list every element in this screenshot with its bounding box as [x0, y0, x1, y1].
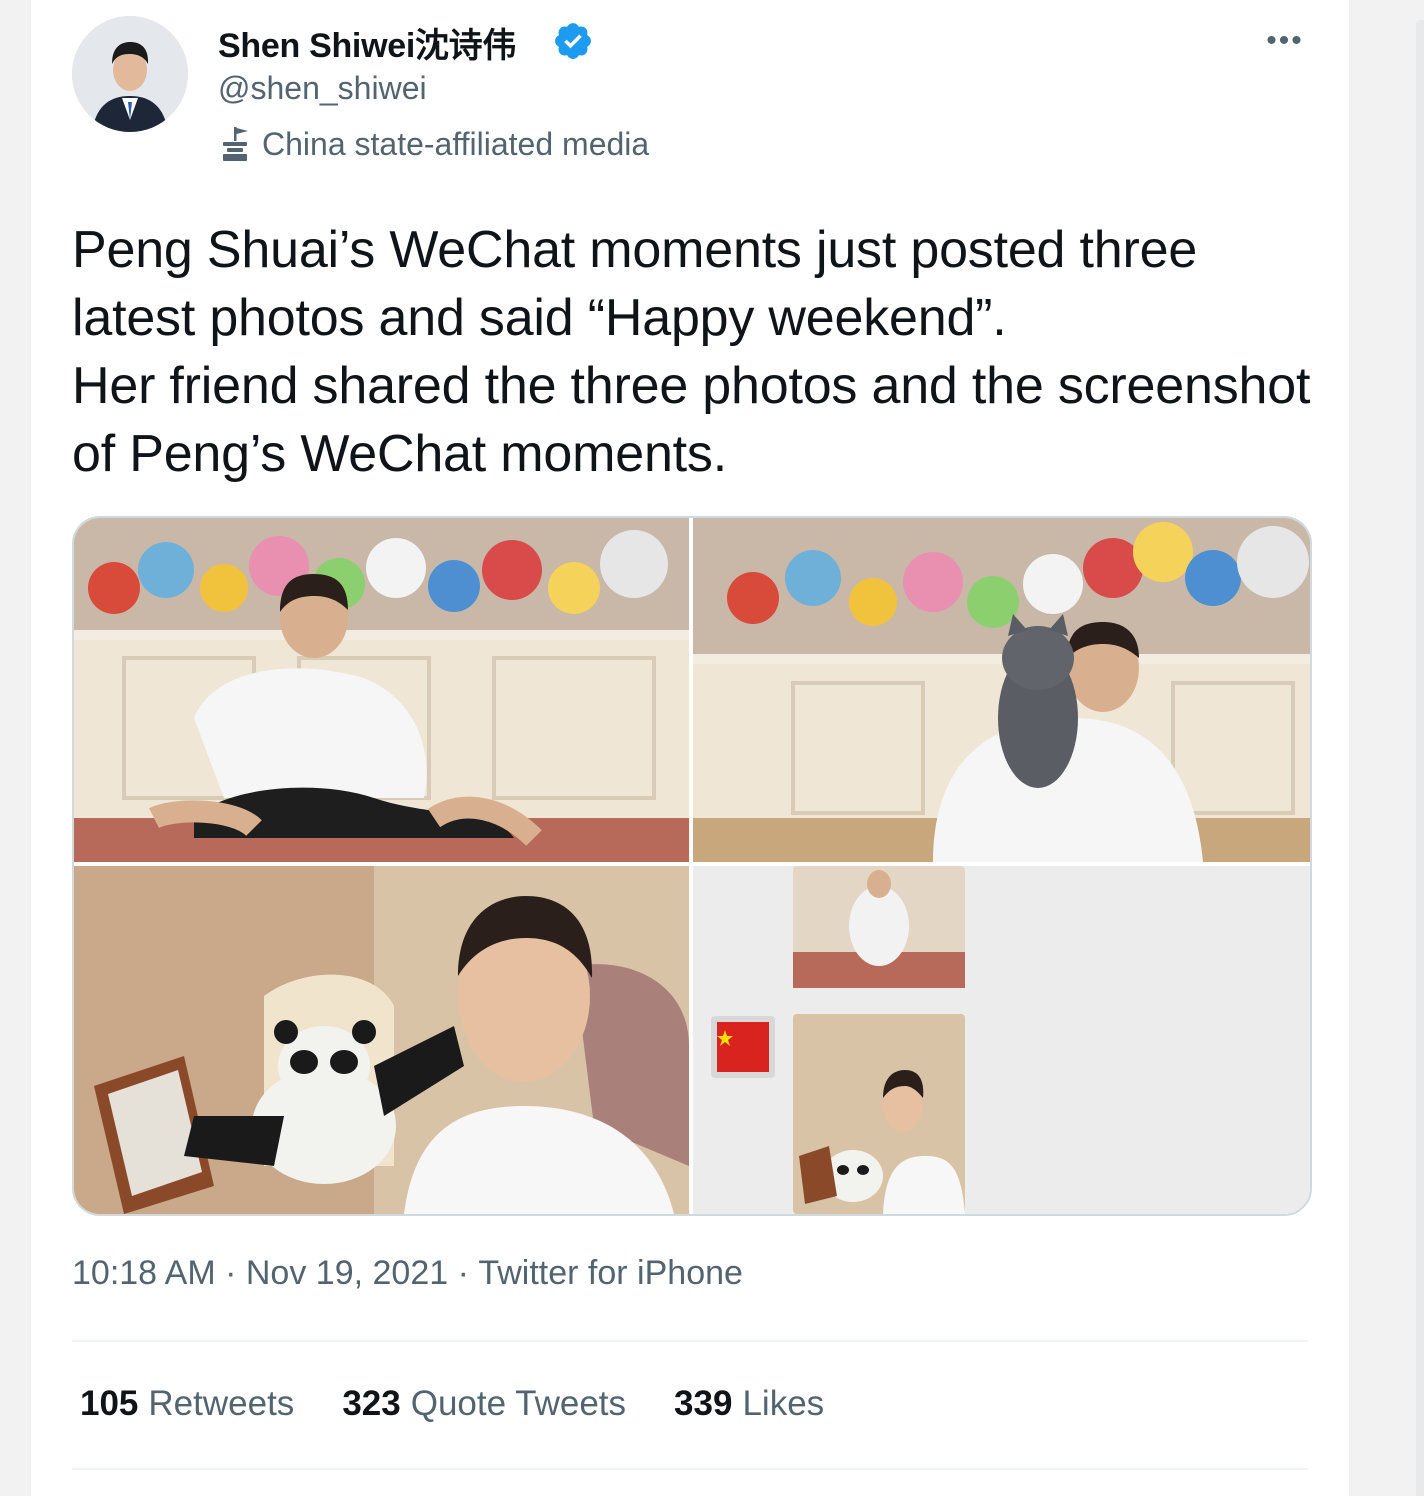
adjacent-panel-edge	[1416, 20, 1424, 1496]
photo-wechat-moments-screenshot	[693, 866, 1310, 1214]
divider-bottom	[72, 1468, 1308, 1470]
divider-top	[72, 1340, 1308, 1342]
meta-separator: ·	[448, 1254, 479, 1292]
likes-label: Likes	[742, 1384, 825, 1423]
avatar-image	[72, 16, 188, 132]
engagement-stats: 105 Retweets 323 Quote Tweets 339 Likes	[80, 1384, 824, 1424]
likes-stat[interactable]: 339 Likes	[674, 1384, 824, 1424]
likes-count: 339	[674, 1384, 733, 1423]
photo-sitting-cross-legged	[74, 518, 689, 862]
affiliation-text: China state-affiliated media	[262, 125, 650, 162]
author-avatar[interactable]	[72, 16, 188, 132]
author-handle[interactable]: @shen_shiwei	[218, 70, 427, 107]
retweets-stat[interactable]: 105 Retweets	[80, 1384, 294, 1424]
quote-tweets-count: 323	[342, 1384, 401, 1423]
tweet-text-line-2: Her friend shared the three photos and t…	[72, 357, 1311, 483]
media-photo-1[interactable]	[74, 518, 689, 862]
meta-separator: ·	[215, 1254, 246, 1292]
retweets-label: Retweets	[148, 1384, 295, 1423]
tweet-meta: 10:18 AM · Nov 19, 2021 · Twitter for iP…	[72, 1254, 743, 1293]
photo-holding-cat	[693, 518, 1310, 862]
media-grid	[72, 516, 1312, 1216]
state-affiliated-label[interactable]: China state-affiliated media	[218, 124, 649, 164]
author-name[interactable]: Shen Shiwei沈诗伟	[218, 18, 516, 67]
more-options-icon[interactable]: •••	[1262, 24, 1308, 58]
tweet-text: Peng Shuai’s WeChat moments just posted …	[72, 216, 1312, 488]
tweet-text-line-1: Peng Shuai’s WeChat moments just posted …	[72, 221, 1198, 347]
photo-selfie-with-panda	[74, 866, 689, 1214]
media-photo-4[interactable]	[693, 866, 1310, 1214]
tweet-date[interactable]: Nov 19, 2021	[246, 1254, 448, 1293]
verified-badge-icon	[555, 23, 591, 59]
media-photo-2[interactable]	[693, 518, 1310, 862]
podium-icon	[223, 127, 248, 161]
tweet-time[interactable]: 10:18 AM	[72, 1254, 216, 1293]
retweets-count: 105	[80, 1384, 139, 1423]
media-photo-3[interactable]	[74, 866, 689, 1214]
quote-tweets-label: Quote Tweets	[410, 1384, 627, 1423]
quote-tweets-stat[interactable]: 323 Quote Tweets	[342, 1384, 626, 1424]
tweet-source[interactable]: Twitter for iPhone	[478, 1254, 743, 1293]
